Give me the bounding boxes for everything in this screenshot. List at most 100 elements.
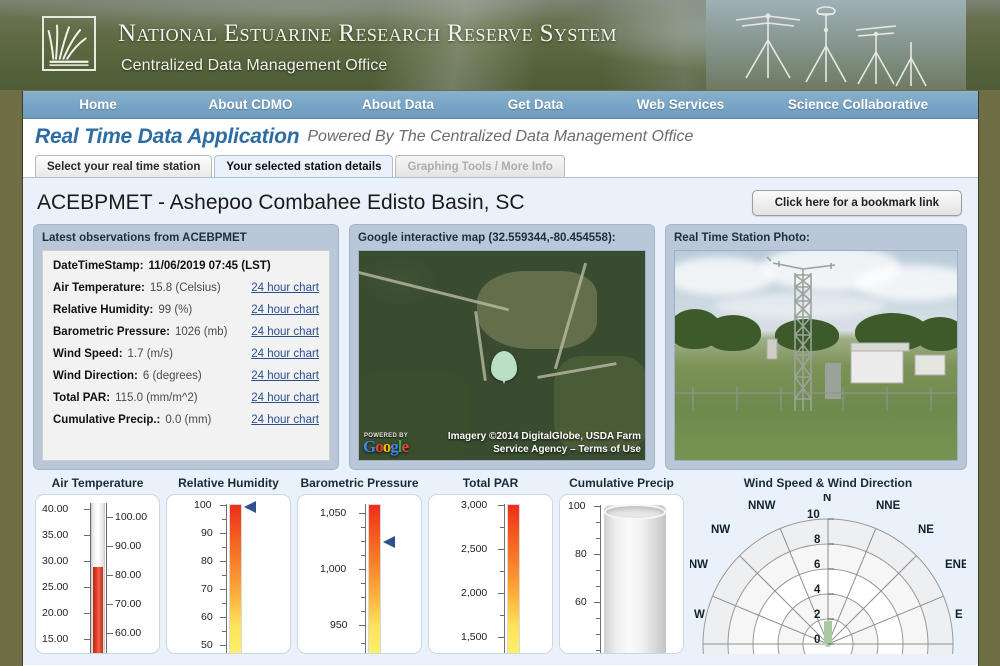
- observation-row-wind-direction: Wind Direction: 6 (degrees) 24 hour char…: [53, 370, 319, 382]
- panel-row: Latest observations from ACEBPMET DateTi…: [33, 224, 968, 470]
- gauge-title-barometric-pressure: Barometric Pressure: [300, 476, 419, 490]
- page-frame: Home About CDMO About Data Get Data Web …: [22, 91, 979, 666]
- par-color-bar: [507, 504, 520, 653]
- windrose-radial-label-4: 4: [814, 584, 821, 596]
- tab-graphing-tools[interactable]: Graphing Tools / More Info: [395, 155, 565, 177]
- windrose-radial-label-2: 2: [814, 609, 821, 621]
- windrose-petal-north: [824, 621, 832, 644]
- gauge-title-wind: Wind Speed & Wind Direction: [743, 476, 913, 490]
- windrose-radial-label-8: 8: [814, 534, 821, 546]
- nav-item-web-services[interactable]: Web Services: [603, 97, 758, 112]
- gauge-wind-rose: Wind Speed & Wind Direction 0 2 4 6 8 10…: [690, 476, 966, 654]
- observation-row-wind-speed: Wind Speed: 1.7 (m/s) 24 hour chart: [53, 348, 319, 360]
- map-attribution-line-2: Service Agency – Terms of Use: [493, 444, 641, 455]
- nav-item-get-data[interactable]: Get Data: [468, 97, 603, 112]
- pressure-tick-label: 950: [330, 619, 348, 631]
- thermometer-mercury: [92, 566, 103, 653]
- bookmark-link-button[interactable]: Click here for a bookmark link: [751, 190, 962, 216]
- windrose-direction-nnw: NNW: [748, 500, 776, 512]
- barometric-pressure-24-hour-chart-link[interactable]: 24 hour chart: [251, 326, 319, 338]
- tab-bar: Select your real time station Your selec…: [23, 154, 978, 177]
- pressure-value-pointer: [383, 536, 395, 548]
- thermometer-tube: [90, 503, 105, 653]
- observation-value: 99 (%): [158, 304, 193, 316]
- wind-speed-24-hour-chart-link[interactable]: 24 hour chart: [251, 348, 319, 360]
- site-banner: National Estuarine Research Reserve Syst…: [0, 0, 1000, 90]
- cumulative-precip-24-hour-chart-link[interactable]: 24 hour chart: [251, 414, 319, 426]
- nav-item-science-collaborative[interactable]: Science Collaborative: [758, 97, 958, 112]
- par-tick-label: 2,000: [461, 587, 488, 599]
- application-subtitle: Powered By The Centralized Data Manageme…: [307, 127, 694, 145]
- celsius-tick-label: 25.00: [42, 581, 69, 593]
- gauge-air-temperature: Air Temperature 40.00 35.00 30.00 25.00 …: [35, 476, 160, 654]
- fahrenheit-axis-line: [106, 503, 107, 653]
- station-photo-panel: Real Time Station Photo:: [665, 224, 967, 470]
- map-pin-icon[interactable]: [491, 351, 517, 384]
- nav-item-home[interactable]: Home: [23, 97, 173, 112]
- observation-row-relative-humidity: Relative Humidity: 99 (%) 24 hour chart: [53, 304, 319, 316]
- air-temperature-24-hour-chart-link[interactable]: 24 hour chart: [251, 282, 319, 294]
- pressure-axis-line: [365, 504, 366, 653]
- observation-value: 1.7 (m/s): [127, 348, 173, 360]
- fahrenheit-tick-label: 80.00: [115, 569, 142, 581]
- google-map-panel: Google interactive map (32.559344,-80.45…: [349, 224, 655, 470]
- precip-cylinder-rim: [604, 504, 666, 520]
- precip-axis-line: [600, 505, 601, 653]
- windrose-radial-label-0: 0: [814, 634, 821, 646]
- observation-value: 15.8 (Celsius): [149, 282, 221, 294]
- map-attribution-line-1: Imagery ©2014 DigitalGlobe, USDA Farm: [447, 431, 641, 442]
- observation-label: Barometric Pressure:: [53, 326, 170, 338]
- wind-direction-24-hour-chart-link[interactable]: 24 hour chart: [251, 370, 319, 382]
- cylinder-cumulative-precip: 100 80 60: [559, 494, 684, 654]
- observations-table: DateTimeStamp: 11/06/2019 07:45 (LST) Ai…: [42, 250, 330, 461]
- observation-value: 115.0 (mm/m^2): [115, 392, 198, 404]
- google-interactive-map[interactable]: POWERED BY Google Imagery ©2014 DigitalG…: [358, 250, 646, 461]
- fahrenheit-tick-label: 100.00: [115, 511, 148, 523]
- relative-humidity-24-hour-chart-link[interactable]: 24 hour chart: [251, 304, 319, 316]
- windrose-direction-e: E: [955, 609, 963, 621]
- celsius-tick-label: 20.00: [42, 607, 69, 619]
- observation-label: Wind Direction:: [53, 370, 138, 382]
- tab-select-station[interactable]: Select your real time station: [35, 155, 213, 177]
- gauge-title-relative-humidity: Relative Humidity: [178, 476, 279, 490]
- observations-panel-title: Latest observations from ACEBPMET: [42, 232, 247, 244]
- observation-row-barometric-pressure: Barometric Pressure: 1026 (mb) 24 hour c…: [53, 326, 319, 338]
- grass-icon: [47, 24, 89, 66]
- par-tick-label: 2,500: [461, 543, 488, 555]
- humidity-tick-label: 50: [201, 639, 213, 651]
- celsius-tick-label: 40.00: [42, 503, 69, 515]
- windrose-radial-label-6: 6: [814, 559, 821, 571]
- humidity-tick-label: 90: [201, 527, 213, 539]
- tab-station-details[interactable]: Your selected station details: [214, 155, 394, 177]
- map-panel-title: Google interactive map (32.559344,-80.45…: [358, 232, 616, 244]
- celsius-tick-label: 15.00: [42, 633, 69, 645]
- observation-label: Total PAR:: [53, 392, 111, 404]
- colorbar-barometric-pressure: 1,050 1,000 950: [297, 494, 422, 654]
- par-tick-label: 1,500: [461, 631, 488, 643]
- anemometer-illustration: [706, 0, 966, 90]
- fahrenheit-tick-label: 90.00: [115, 540, 142, 552]
- observation-value: 1026 (mb): [174, 326, 228, 338]
- pressure-color-bar: [368, 504, 381, 653]
- observation-value: 0.0 (mm): [165, 414, 212, 426]
- observation-row-cumulative-precip: Cumulative Precip.: 0.0 (mm) 24 hour cha…: [53, 414, 319, 426]
- windrose-direction-wnw: WNW: [690, 559, 709, 571]
- pressure-tick-label: 1,050: [320, 507, 347, 519]
- gauge-title-total-par: Total PAR: [462, 476, 519, 490]
- colorbar-total-par: 3,000 2,500 2,000 1,500: [428, 494, 553, 654]
- total-par-24-hour-chart-link[interactable]: 24 hour chart: [251, 392, 319, 404]
- station-tower-illustration: [675, 256, 957, 411]
- windrose-direction-ene: ENE: [945, 559, 966, 571]
- windrose-direction-nw: NW: [711, 524, 731, 536]
- precip-cylinder: [604, 504, 666, 653]
- observation-row-timestamp: DateTimeStamp: 11/06/2019 07:45 (LST): [53, 260, 319, 272]
- gauges-row: Air Temperature 40.00 35.00 30.00 25.00 …: [33, 476, 968, 654]
- real-time-station-photo: [674, 250, 958, 461]
- humidity-axis-line: [226, 504, 227, 653]
- celsius-axis-line: [90, 503, 91, 653]
- google-logo: Google: [363, 437, 409, 456]
- nav-item-about-cdmo[interactable]: About CDMO: [173, 97, 328, 112]
- observation-label: DateTimeStamp:: [53, 260, 144, 272]
- observation-label: Wind Speed:: [53, 348, 123, 360]
- nav-item-about-data[interactable]: About Data: [328, 97, 468, 112]
